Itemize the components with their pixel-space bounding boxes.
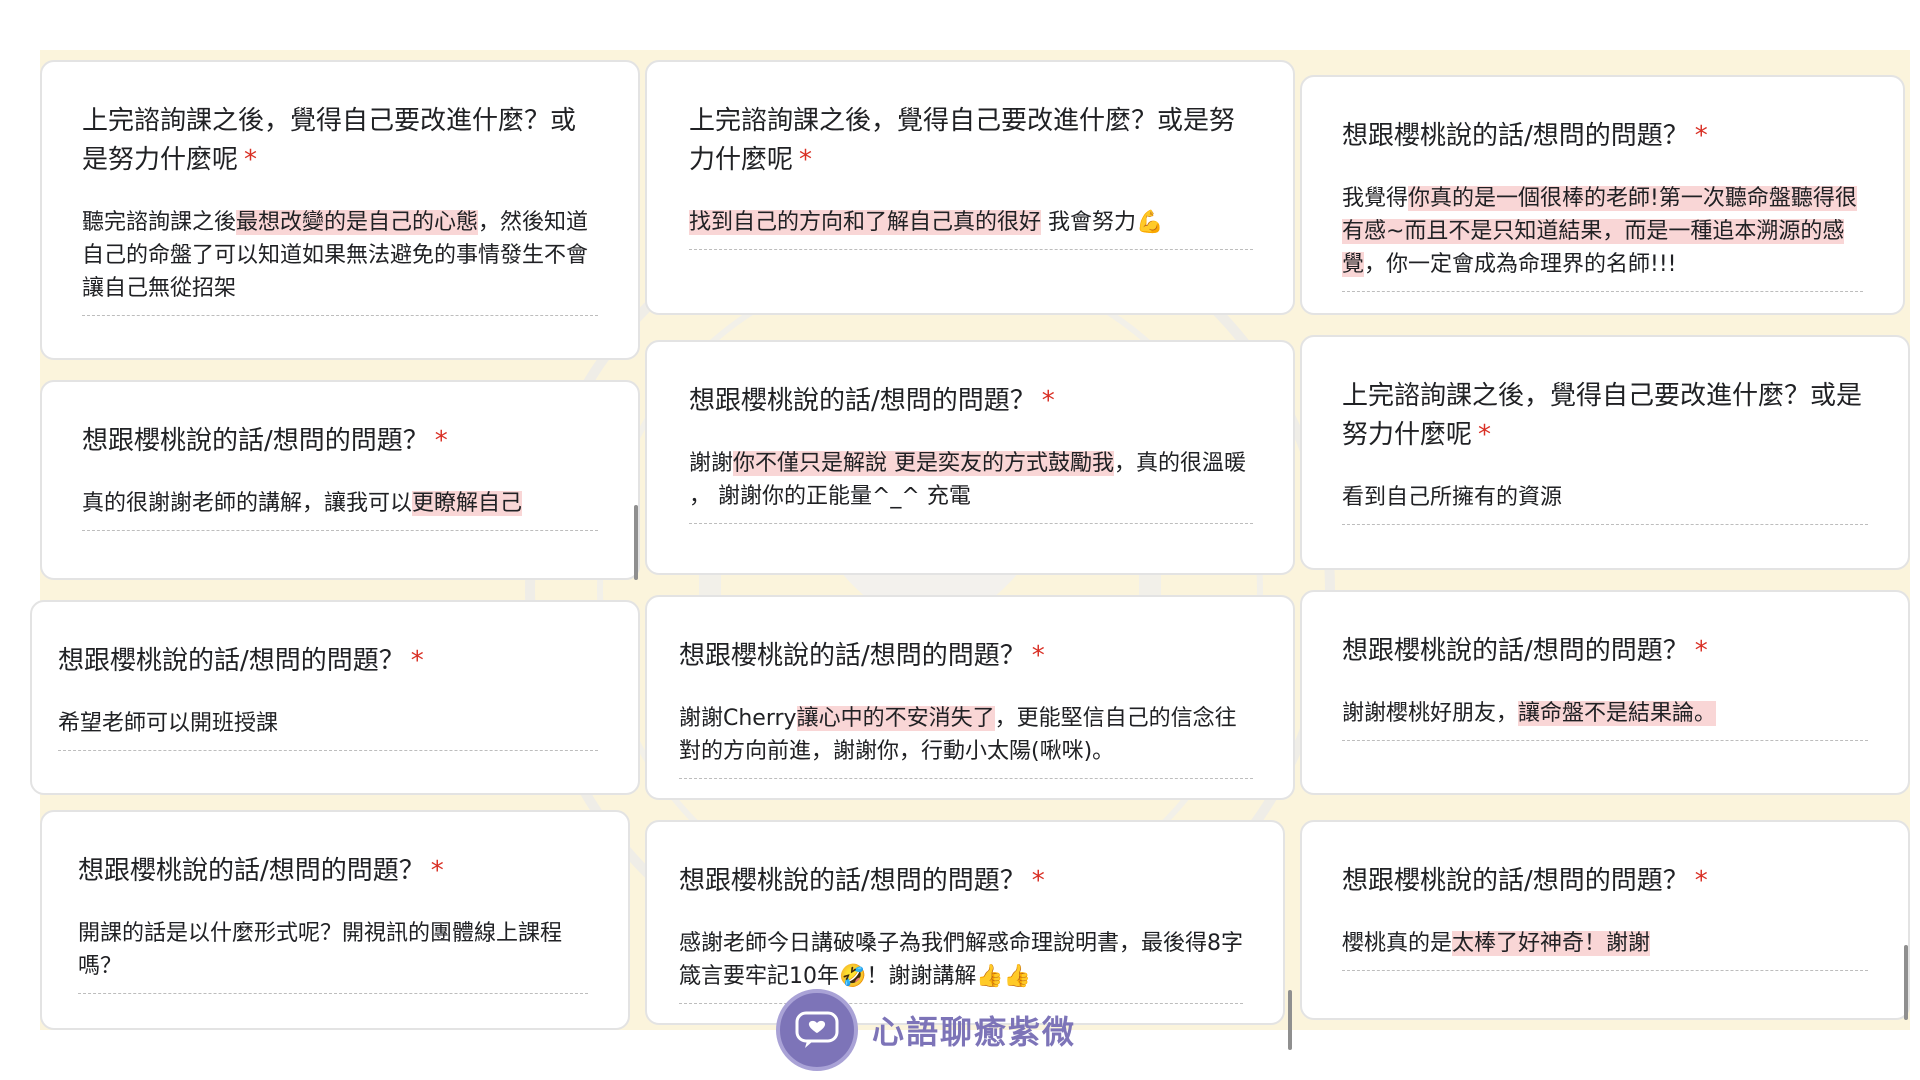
answer-text: 聽完諮詢課之後最想改變的是自己的心態，然後知道自己的命盤了可以知道如果無法避免的… [82, 206, 598, 316]
question-title: 想跟櫻桃說的話/想問的問題？ * [82, 426, 448, 456]
question-title: 想跟櫻桃說的話/想問的問題？ * [689, 386, 1055, 416]
answer-text: 真的很謝謝老師的講解，讓我可以更瞭解自己 [82, 487, 598, 531]
answer-segment: 開課的話是以什麼形式呢？開視訊的團體線上課程嗎？ [78, 921, 563, 979]
answer-segment: 看到自己所擁有的資源 [1342, 485, 1563, 510]
highlighted-text: 更瞭解自己 [412, 491, 523, 516]
brand-name: 心語聊癒紫微 [872, 1013, 1077, 1051]
scrollbar[interactable] [634, 505, 638, 580]
answer-text: 謝謝你不僅只是解說 更是奕友的方式鼓勵我，真的很溫暖 ， 謝謝你的正能量^_^ … [689, 447, 1253, 524]
required-mark: * [1694, 121, 1708, 151]
answer-text: 找到自己的方向和了解自己真的很好 我會努力💪 [689, 206, 1253, 250]
answer-segment: 謝謝Cherry [679, 706, 797, 731]
required-mark: * [410, 646, 424, 676]
highlighted-text: 讓命盤不是結果論。 [1518, 701, 1717, 726]
answer-segment: 櫻桃真的是 [1342, 931, 1453, 956]
required-mark: * [1031, 866, 1045, 896]
chat-bubble-icon [776, 989, 858, 1071]
response-card: 想跟櫻桃說的話/想問的問題？ * 謝謝Cherry讓心中的不安消失了，更能堅信自己… [645, 595, 1295, 800]
question-title: 想跟櫻桃說的話/想問的問題？ * [58, 646, 424, 676]
scrollbar[interactable] [1288, 990, 1292, 1050]
required-mark: * [1478, 420, 1492, 450]
answer-segment: 我覺得 [1342, 186, 1409, 211]
scrollbar[interactable] [1904, 945, 1908, 1020]
response-card: 想跟櫻桃說的話/想問的問題？ * 我覺得你真的是一個很棒的老師!第一次聽命盤聽得很… [1300, 75, 1905, 315]
question-title: 想跟櫻桃說的話/想問的問題？ * [1342, 636, 1708, 666]
response-card: 上完諮詢課之後，覺得自己要改進什麼？或是努力什麼呢 * 看到自己所擁有的資源 [1300, 335, 1910, 570]
answer-text: 希望老師可以開班授課 [58, 707, 598, 751]
required-mark: * [1694, 866, 1708, 896]
response-card: 上完諮詢課之後，覺得自己要改進什麼？或是努力什麼呢 * 找到自己的方向和了解自己真… [645, 60, 1295, 315]
highlighted-text: 你不僅只是解說 更是奕友的方式鼓勵我 [733, 451, 1115, 476]
highlighted-text: 讓心中的不安消失了 [796, 706, 995, 731]
answer-text: 櫻桃真的是太棒了好神奇！謝謝 [1342, 927, 1868, 971]
answer-text: 謝謝櫻桃好朋友，讓命盤不是結果論。 [1342, 697, 1868, 741]
question-title: 上完諮詢課之後，覺得自己要改進什麼？或是努力什麼呢 * [689, 106, 1236, 175]
answer-segment: 聽完諮詢課之後 [82, 210, 237, 235]
highlighted-text: 太棒了好神奇！謝謝 [1452, 931, 1651, 956]
answer-segment: 謝謝 [689, 451, 734, 476]
answer-text: 看到自己所擁有的資源 [1342, 481, 1868, 525]
answer-segment: 謝謝櫻桃好朋友， [1342, 701, 1519, 726]
response-card: 想跟櫻桃說的話/想問的問題？ * 真的很謝謝老師的講解，讓我可以更瞭解自己 [40, 380, 640, 580]
answer-segment: 希望老師可以開班授課 [58, 711, 279, 736]
question-title: 想跟櫻桃說的話/想問的問題？ * [679, 866, 1045, 896]
question-title: 想跟櫻桃說的話/想問的問題？ * [1342, 866, 1708, 896]
required-mark: * [799, 145, 813, 175]
answer-text: 謝謝Cherry讓心中的不安消失了，更能堅信自己的信念往對的方向前進，謝謝你，行… [679, 702, 1253, 779]
required-mark: * [1031, 641, 1045, 671]
required-mark: * [1041, 386, 1055, 416]
required-mark: * [434, 426, 448, 456]
response-card: 想跟櫻桃說的話/想問的問題？ * 開課的話是以什麼形式呢？開視訊的團體線上課程嗎？ [40, 810, 630, 1030]
highlighted-text: 找到自己的方向和了解自己真的很好 [689, 210, 1042, 235]
response-card: 想跟櫻桃說的話/想問的問題？ * 謝謝櫻桃好朋友，讓命盤不是結果論。 [1300, 590, 1910, 795]
response-card: 想跟櫻桃說的話/想問的問題？ * 希望老師可以開班授課 [30, 600, 640, 795]
brand-logo: 心語聊癒紫微 [776, 989, 1077, 1071]
answer-segment: 真的很謝謝老師的講解，讓我可以 [82, 491, 413, 516]
answer-segment: 感謝老師今日講破嗓子為我們解惑命理說明書，最後得8字箴言要牢記10年🤣！謝謝講解… [679, 931, 1243, 989]
question-title: 想跟櫻桃說的話/想問的問題？ * [78, 856, 444, 886]
response-card: 上完諮詢課之後，覺得自己要改進什麼？或是努力什麼呢 * 聽完諮詢課之後最想改變的是… [40, 60, 640, 360]
answer-text: 我覺得你真的是一個很棒的老師!第一次聽命盤聽得很有感~而且不是只知道結果，而是一… [1342, 182, 1863, 292]
response-card: 想跟櫻桃說的話/想問的問題？ * 櫻桃真的是太棒了好神奇！謝謝 [1300, 820, 1910, 1020]
answer-segment: 我會努力💪 [1041, 210, 1164, 235]
question-title: 上完諮詢課之後，覺得自己要改進什麼？或是努力什麼呢 * [1342, 381, 1863, 450]
answer-text: 開課的話是以什麼形式呢？開視訊的團體線上課程嗎？ [78, 917, 588, 994]
response-card: 想跟櫻桃說的話/想問的問題？ * 謝謝你不僅只是解說 更是奕友的方式鼓勵我，真的很… [645, 340, 1295, 575]
question-title: 想跟櫻桃說的話/想問的問題？ * [679, 641, 1045, 671]
answer-segment: ，你一定會成為命理界的名師!!! [1364, 252, 1677, 277]
question-title: 想跟櫻桃說的話/想問的問題？ * [1342, 121, 1708, 151]
question-title: 上完諮詢課之後，覺得自己要改進什麼？或是努力什麼呢 * [82, 106, 577, 175]
required-mark: * [430, 856, 444, 886]
required-mark: * [244, 145, 258, 175]
highlighted-text: 最想改變的是自己的心態 [236, 210, 479, 235]
required-mark: * [1694, 636, 1708, 666]
